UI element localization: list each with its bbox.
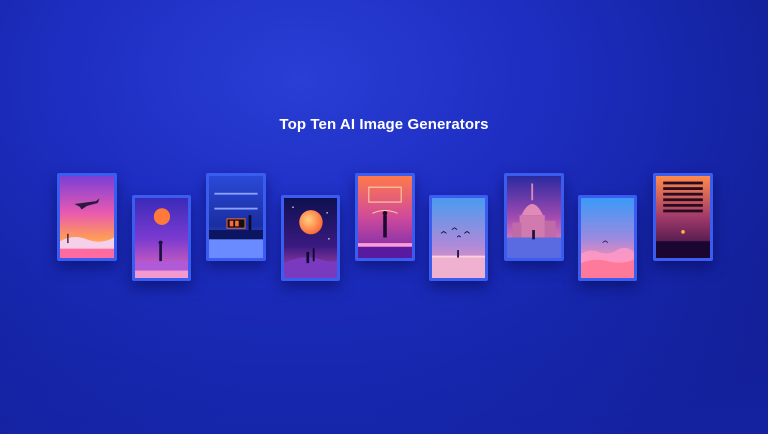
pink-clouds-artwork[interactable] — [578, 195, 637, 281]
neon-gate-figure-artwork[interactable] — [355, 173, 415, 261]
planet-figure-artwork[interactable] — [281, 195, 340, 281]
moon-silhouette-artwork[interactable] — [132, 195, 191, 281]
window-blinds-artwork[interactable] — [653, 173, 713, 261]
birds-sky-artwork[interactable] — [429, 195, 488, 281]
sunset-airplane-artwork[interactable] — [57, 173, 117, 261]
domed-city-artwork[interactable] — [504, 173, 564, 261]
neon-room-artwork[interactable] — [206, 173, 266, 261]
page-title: Top Ten AI Image Generators — [279, 116, 489, 133]
